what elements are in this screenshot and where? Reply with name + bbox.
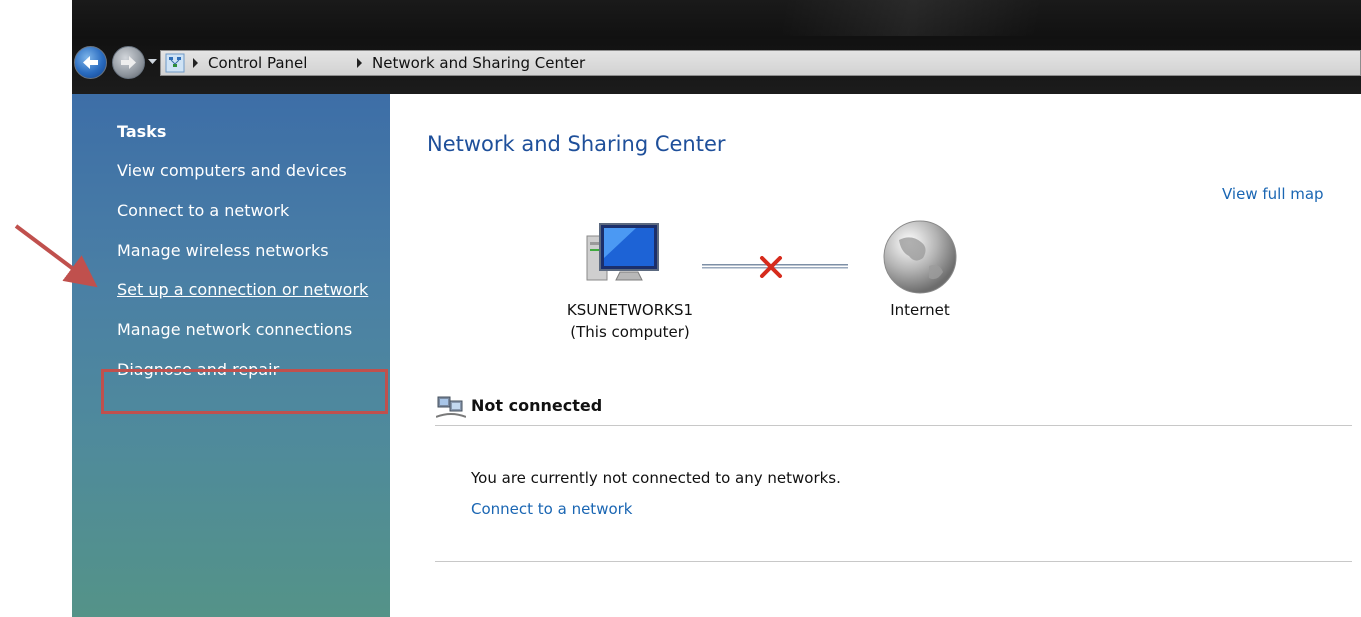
sidebar-link-diagnose-repair[interactable]: Diagnose and repair [117, 360, 279, 379]
computer-subtitle-label: (This computer) [570, 323, 690, 341]
breadcrumb-control-panel[interactable]: Control Panel [208, 54, 307, 72]
forward-arrow-icon [121, 56, 136, 69]
connection-line [702, 256, 848, 278]
sidebar-link-connect-network[interactable]: Connect to a network [117, 201, 289, 220]
divider [435, 425, 1352, 426]
internet-globe-icon[interactable] [881, 218, 959, 296]
breadcrumb-arrow-icon[interactable] [357, 58, 362, 68]
breadcrumb-network-sharing-center[interactable]: Network and Sharing Center [372, 54, 585, 72]
status-title: Not connected [471, 396, 603, 415]
address-bar[interactable]: Control Panel Network and Sharing Center [160, 50, 1361, 76]
address-toolbar: Control Panel Network and Sharing Center [72, 0, 1361, 94]
sidebar-link-setup-connection[interactable]: Set up a connection or network [117, 280, 368, 299]
divider [435, 561, 1352, 562]
history-dropdown-icon[interactable] [148, 57, 157, 66]
pointer-arrow-icon [14, 224, 98, 288]
status-message: You are currently not connected to any n… [471, 469, 841, 487]
sidebar-link-manage-connections[interactable]: Manage network connections [117, 320, 352, 339]
view-full-map-link[interactable]: View full map [1222, 185, 1324, 203]
disconnected-network-icon [436, 396, 466, 418]
forward-button[interactable] [112, 46, 145, 79]
back-button[interactable] [74, 46, 107, 79]
connect-to-network-link[interactable]: Connect to a network [471, 500, 633, 518]
tasks-sidebar: Tasks View computers and devices Connect… [72, 94, 390, 617]
back-arrow-icon [83, 56, 98, 69]
breadcrumb-arrow-icon[interactable] [193, 58, 198, 68]
sidebar-link-manage-wireless[interactable]: Manage wireless networks [117, 241, 329, 260]
explorer-window: Control Panel Network and Sharing Center… [72, 0, 1361, 617]
internet-label: Internet [890, 301, 950, 319]
computer-icon[interactable] [586, 222, 662, 288]
sidebar-link-view-computers[interactable]: View computers and devices [117, 161, 347, 180]
page-title: Network and Sharing Center [427, 132, 726, 156]
main-content: Network and Sharing Center View full map… [390, 94, 1361, 617]
network-location-icon [165, 53, 185, 73]
glass-frame [72, 0, 1361, 36]
tasks-heading: Tasks [117, 122, 167, 141]
computer-name-label: KSUNETWORKS1 [566, 301, 694, 319]
